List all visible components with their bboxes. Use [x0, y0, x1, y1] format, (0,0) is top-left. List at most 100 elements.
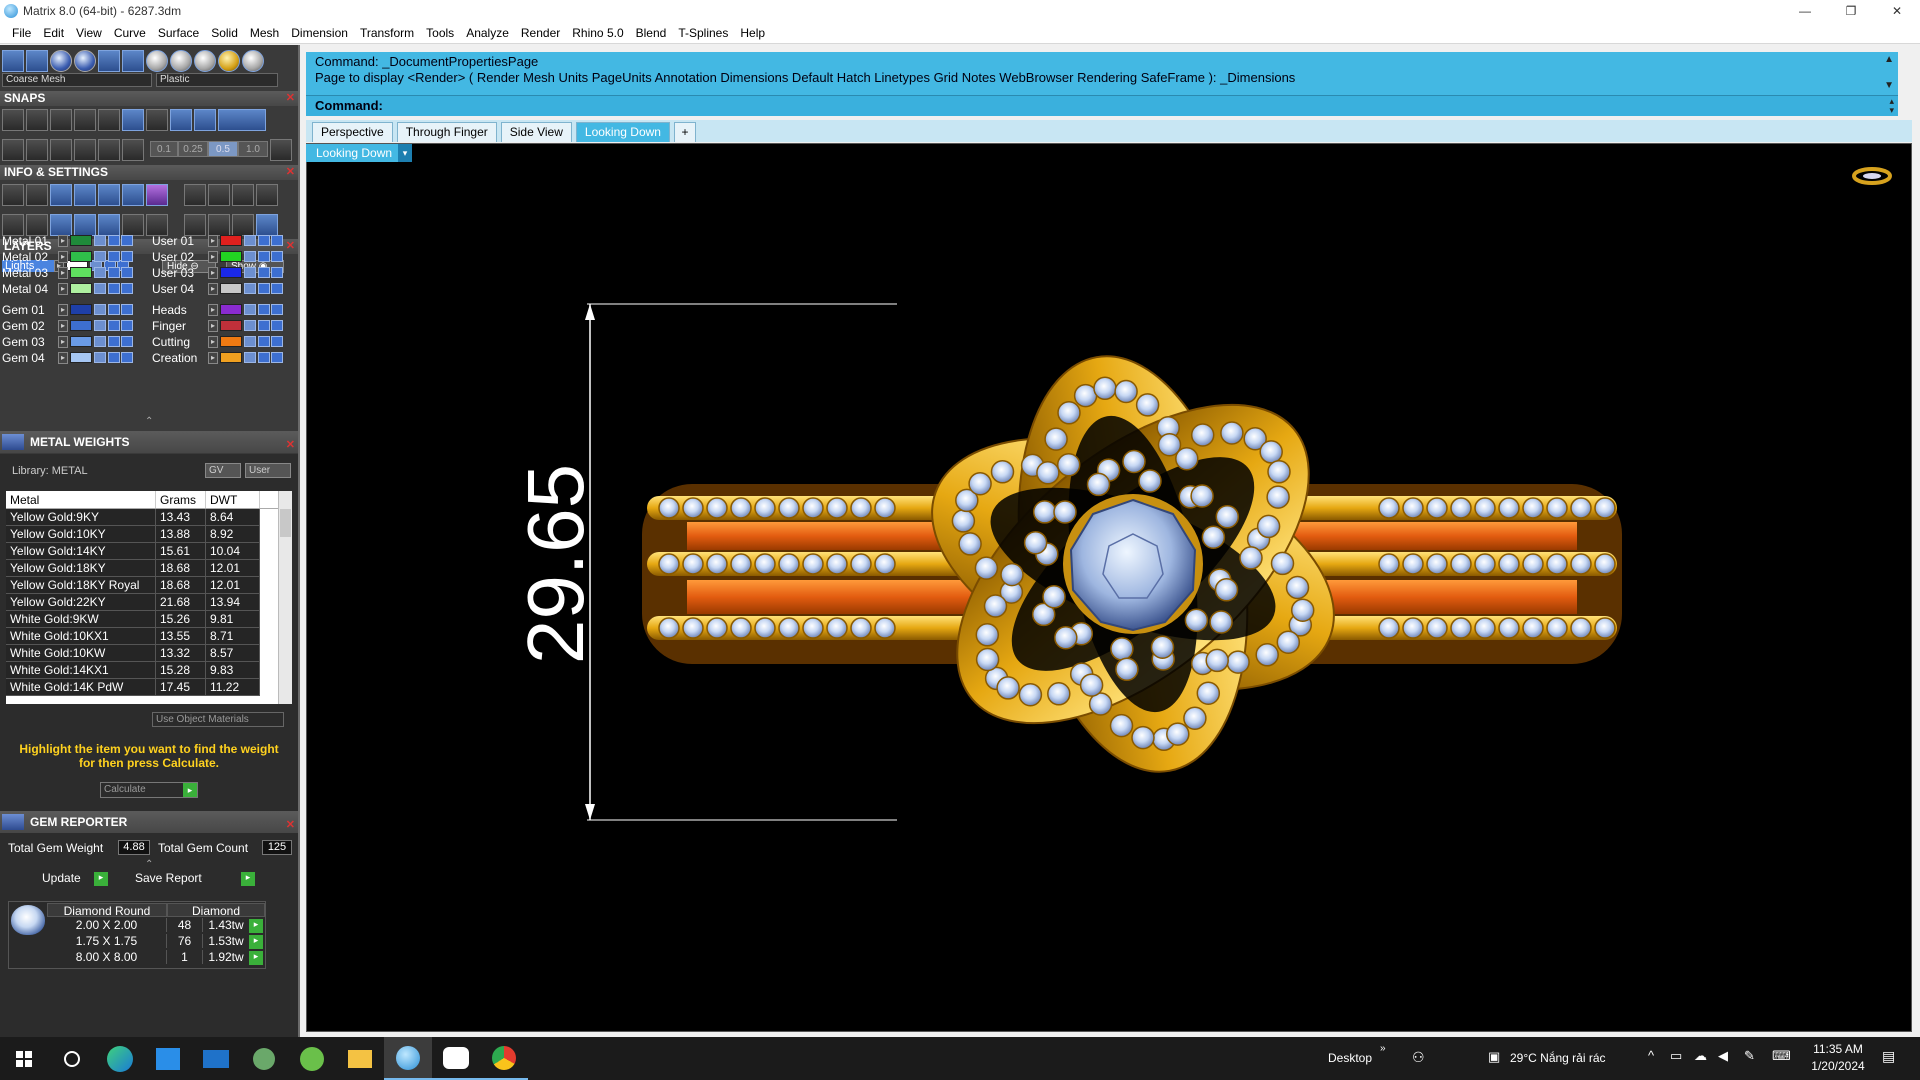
lock-icon[interactable]: [94, 267, 106, 278]
grid-view-icon[interactable]: [2, 50, 24, 72]
menu-help[interactable]: Help: [734, 26, 771, 40]
menu-blend[interactable]: Blend: [630, 26, 673, 40]
menu-tools[interactable]: Tools: [420, 26, 460, 40]
arrow-icon[interactable]: ▸: [208, 266, 218, 279]
mail-icon[interactable]: [192, 1037, 240, 1080]
viewport-name-dropdown[interactable]: Looking Down ▾: [306, 144, 412, 162]
ortho-icon[interactable]: [26, 139, 48, 161]
layer-row[interactable]: User 03 ▸: [152, 265, 283, 280]
mesh-quality-select[interactable]: Coarse Mesh: [2, 73, 152, 87]
visibility-icon[interactable]: [108, 304, 120, 315]
visibility-icon[interactable]: [108, 235, 120, 246]
collapse-chevron-icon[interactable]: ⌃: [145, 859, 153, 870]
lock-icon[interactable]: [244, 283, 256, 294]
wire-view-icon[interactable]: [122, 50, 144, 72]
menu-mesh[interactable]: Mesh: [244, 26, 285, 40]
point-view-icon[interactable]: [26, 50, 48, 72]
snap-int-icon[interactable]: [122, 109, 144, 131]
edge-browser-icon[interactable]: [96, 1037, 144, 1080]
zalo-icon[interactable]: [432, 1037, 480, 1080]
scrollbar-thumb[interactable]: [280, 509, 291, 537]
menu-transform[interactable]: Transform: [354, 26, 420, 40]
arrow-icon[interactable]: ▸: [208, 351, 218, 364]
layer-color-swatch[interactable]: [220, 352, 242, 363]
layer-color-swatch[interactable]: [70, 320, 92, 331]
arrow-icon[interactable]: ▸: [208, 250, 218, 263]
lock-icon[interactable]: [94, 336, 106, 347]
layer-row[interactable]: Gem 03 ▸: [2, 334, 133, 349]
metal-weights-close-icon[interactable]: ✕: [286, 434, 295, 456]
calculate-button[interactable]: Calculate ▸: [100, 782, 198, 798]
render-icon[interactable]: [271, 235, 283, 246]
layer-row[interactable]: Gem 01 ▸: [2, 302, 133, 317]
render-icon[interactable]: [271, 304, 283, 315]
scroll-down-icon[interactable]: ▼: [1884, 80, 1894, 91]
select-gem-icon[interactable]: ▸: [249, 919, 263, 933]
arrow-icon[interactable]: ▸: [208, 234, 218, 247]
table-row[interactable]: Yellow Gold:9KY 13.43 8.64: [6, 509, 292, 526]
search-icon[interactable]: [48, 1037, 96, 1080]
visibility-icon[interactable]: [108, 283, 120, 294]
layer-color-swatch[interactable]: [70, 336, 92, 347]
layer-color-swatch[interactable]: [70, 283, 92, 294]
tab-through-finger[interactable]: Through Finger: [396, 122, 497, 142]
render-icon[interactable]: [271, 283, 283, 294]
render-icon[interactable]: [121, 320, 133, 331]
add-viewport-icon[interactable]: +: [673, 122, 696, 142]
visibility-icon[interactable]: [108, 352, 120, 363]
snap-near-icon[interactable]: [26, 109, 48, 131]
info-settings-close-icon[interactable]: ✕: [286, 165, 295, 180]
layer-color-swatch[interactable]: [70, 304, 92, 315]
table-row[interactable]: White Gold:14KX1 15.28 9.83: [6, 662, 292, 679]
rendered-sphere-icon[interactable]: [74, 50, 96, 72]
onedrive-icon[interactable]: ☁: [1694, 1048, 1707, 1064]
render-icon[interactable]: [121, 336, 133, 347]
render-icon[interactable]: [121, 235, 133, 246]
surface-snap-icon[interactable]: [98, 139, 120, 161]
table-row[interactable]: Yellow Gold:10KY 13.88 8.92: [6, 526, 292, 543]
visibility-icon[interactable]: [258, 352, 270, 363]
keyboard-icon[interactable]: ⌨: [1772, 1048, 1791, 1064]
layer-row[interactable]: User 04 ▸: [152, 281, 283, 296]
layer-row[interactable]: Metal 03 ▸: [2, 265, 133, 280]
menu-rhino[interactable]: Rhino 5.0: [566, 26, 629, 40]
render-icon[interactable]: [271, 251, 283, 262]
render-icon[interactable]: [121, 267, 133, 278]
snap-cen-icon[interactable]: [98, 109, 120, 131]
visibility-icon[interactable]: [258, 283, 270, 294]
gold-material-icon[interactable]: [218, 50, 240, 72]
silver-material-icon[interactable]: [146, 50, 168, 72]
frame-icon[interactable]: [208, 184, 230, 206]
render-icon[interactable]: [271, 320, 283, 331]
visibility-icon[interactable]: [258, 235, 270, 246]
render-icon[interactable]: [121, 251, 133, 262]
tab-looking-down[interactable]: Looking Down: [575, 122, 670, 142]
lock-icon[interactable]: [94, 304, 106, 315]
snap-end-icon[interactable]: [2, 109, 24, 131]
table-row[interactable]: Yellow Gold:22KY 21.68 13.94: [6, 594, 292, 611]
lock-icon[interactable]: [244, 336, 256, 347]
render-icon[interactable]: [121, 283, 133, 294]
layer-color-swatch[interactable]: [220, 283, 242, 294]
minimize-button[interactable]: —: [1782, 0, 1828, 22]
network-icon[interactable]: ▭: [1670, 1048, 1682, 1064]
layer-row[interactable]: Finger ▸: [152, 318, 283, 333]
menu-curve[interactable]: Curve: [108, 26, 152, 40]
layer-color-swatch[interactable]: [220, 304, 242, 315]
lock-icon[interactable]: [244, 251, 256, 262]
menu-file[interactable]: File: [6, 26, 37, 40]
weather-icon[interactable]: ▣: [1488, 1049, 1500, 1065]
user-library-button[interactable]: User: [245, 463, 291, 478]
print-icon[interactable]: [50, 184, 72, 206]
pen-icon[interactable]: ✎: [1744, 1048, 1755, 1064]
menu-edit[interactable]: Edit: [37, 26, 70, 40]
table-row[interactable]: Yellow Gold:14KY 15.61 10.04: [6, 543, 292, 560]
layer-color-swatch[interactable]: [220, 235, 242, 246]
clock[interactable]: 11:35 AM 1/20/2024: [1808, 1042, 1868, 1073]
lock-icon[interactable]: [94, 235, 106, 246]
snap-tan-icon[interactable]: [170, 109, 192, 131]
menu-tsplines[interactable]: T-Splines: [672, 26, 734, 40]
line-snap-icon[interactable]: [50, 139, 72, 161]
chrome-material-icon[interactable]: [170, 50, 192, 72]
layer-row[interactable]: Metal 01 ▸: [2, 233, 133, 248]
